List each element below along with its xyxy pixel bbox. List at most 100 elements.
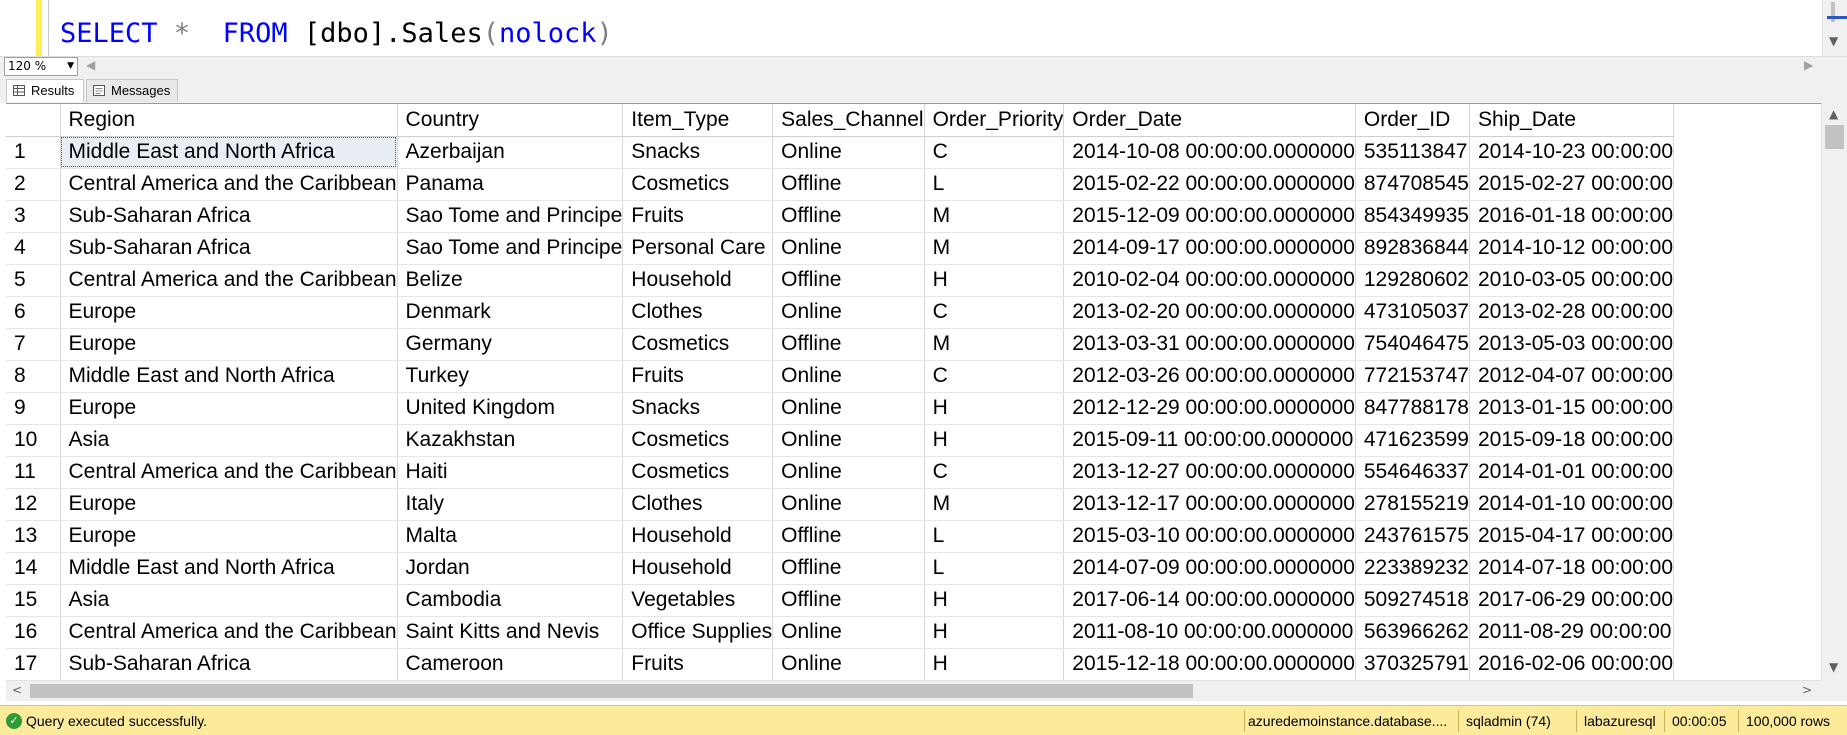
tab-messages[interactable]: Messages xyxy=(86,79,178,102)
row-number[interactable]: 12 xyxy=(6,488,61,521)
table-row[interactable]: 17 Sub-Saharan Africa Cameroon Fruits Online… xyxy=(6,648,1674,680)
row-number[interactable]: 16 xyxy=(6,616,61,649)
table-row[interactable]: 6 Europe Denmark Clothes Online C 2013-02-20 0… xyxy=(6,296,1674,329)
grid-cell[interactable]: Snacks xyxy=(622,392,774,425)
column-header-region[interactable]: Region xyxy=(60,104,398,137)
column-header-order-date[interactable]: Order_Date xyxy=(1063,104,1356,137)
table-row[interactable]: 9 Europe United Kingdom Snacks Online H 2012-1… xyxy=(6,392,1674,425)
grid-cell[interactable]: H xyxy=(924,424,1065,457)
column-header-order-priority[interactable]: Order_Priority xyxy=(924,104,1065,137)
grid-cell[interactable]: Sao Tome and Principe xyxy=(397,200,624,233)
grid-cell[interactable]: Cosmetics xyxy=(622,424,774,457)
grid-cell[interactable]: Saint Kitts and Nevis xyxy=(397,616,624,649)
row-number[interactable]: 4 xyxy=(6,232,61,265)
grid-cell[interactable]: Central America and the Caribbean xyxy=(60,168,398,201)
grid-cell[interactable]: Online xyxy=(772,488,925,521)
grid-cell[interactable]: Fruits xyxy=(622,360,774,393)
grid-cell[interactable]: 2016-02-06 00:00:00 xyxy=(1469,648,1674,680)
grid-cell[interactable]: Sub-Saharan Africa xyxy=(60,232,398,265)
grid-cell[interactable]: 2012-03-26 00:00:00.0000000 xyxy=(1063,360,1356,393)
table-row[interactable]: 5 Central America and the Caribbean Belize… xyxy=(6,264,1674,297)
table-row[interactable]: 13 Europe Malta Household Offline L 2015-03-10… xyxy=(6,520,1674,553)
row-number[interactable]: 2 xyxy=(6,168,61,201)
grid-cell[interactable]: C xyxy=(924,136,1065,169)
grid-cell[interactable]: 2014-10-23 00:00:00 xyxy=(1469,136,1674,169)
scroll-left-icon[interactable]: ◀ xyxy=(86,58,95,72)
table-row[interactable]: 4 Sub-Saharan Africa Sao Tome and Principe… xyxy=(6,232,1674,265)
row-number[interactable]: 14 xyxy=(6,552,61,585)
grid-cell[interactable]: United Kingdom xyxy=(397,392,624,425)
grid-cell[interactable]: Europe xyxy=(60,488,398,521)
grid-cell[interactable]: 772153747 xyxy=(1355,360,1471,393)
grid-cell[interactable]: C xyxy=(924,360,1065,393)
table-row[interactable]: 8 Middle East and North Africa Turkey Fruit… xyxy=(6,360,1674,393)
row-number[interactable]: 10 xyxy=(6,424,61,457)
grid-cell[interactable]: Central America and the Caribbean xyxy=(60,456,398,489)
grid-cell[interactable]: 854349935 xyxy=(1355,200,1471,233)
grid-cell[interactable]: 554646337 xyxy=(1355,456,1471,489)
results-grid[interactable]: Region Country Item_Type Sales_Channel Order… xyxy=(6,103,1847,680)
grid-cell[interactable]: 2013-02-20 00:00:00.0000000 xyxy=(1063,296,1356,329)
grid-cell[interactable]: Vegetables xyxy=(622,584,774,617)
grid-cell[interactable]: 535113847 xyxy=(1355,136,1471,169)
grid-cell[interactable]: 2017-06-14 00:00:00.0000000 xyxy=(1063,584,1356,617)
editor-scroll-thumb[interactable] xyxy=(1831,2,1835,22)
grid-cell[interactable]: Sao Tome and Principe xyxy=(397,232,624,265)
grid-cell[interactable]: Jordan xyxy=(397,552,624,585)
grid-cell[interactable]: 2013-05-03 00:00:00 xyxy=(1469,328,1674,361)
column-header-item-type[interactable]: Item_Type xyxy=(622,104,774,137)
grid-cell[interactable]: Haiti xyxy=(397,456,624,489)
grid-cell[interactable]: Middle East and North Africa xyxy=(60,136,398,169)
grid-cell[interactable]: Asia xyxy=(60,584,398,617)
grid-cell[interactable]: Asia xyxy=(60,424,398,457)
table-row[interactable]: 3 Sub-Saharan Africa Sao Tome and Principe… xyxy=(6,200,1674,233)
query-editor[interactable]: SELECT * FROM [dbo].Sales(nolock) ▼ xyxy=(0,0,1847,56)
column-header-country[interactable]: Country xyxy=(397,104,624,137)
grid-cell[interactable]: 2015-09-18 00:00:00 xyxy=(1469,424,1674,457)
grid-cell[interactable]: 847788178 xyxy=(1355,392,1471,425)
table-row[interactable]: 16 Central America and the Caribbean Saint… xyxy=(6,616,1674,649)
table-row[interactable]: 14 Middle East and North Africa Jordan Hous… xyxy=(6,552,1674,585)
grid-cell[interactable]: 2012-04-07 00:00:00 xyxy=(1469,360,1674,393)
grid-cell[interactable]: Online xyxy=(772,456,925,489)
grid-cell[interactable]: M xyxy=(924,328,1065,361)
row-number[interactable]: 11 xyxy=(6,456,61,489)
grid-cell[interactable]: 754046475 xyxy=(1355,328,1471,361)
grid-cell[interactable]: M xyxy=(924,232,1065,265)
grid-cell[interactable]: 2014-01-10 00:00:00 xyxy=(1469,488,1674,521)
grid-cell[interactable]: 2015-12-18 00:00:00.0000000 xyxy=(1063,648,1356,680)
grid-cell[interactable]: 2010-02-04 00:00:00.0000000 xyxy=(1063,264,1356,297)
grid-cell[interactable]: Germany xyxy=(397,328,624,361)
row-number[interactable]: 7 xyxy=(6,328,61,361)
table-row[interactable]: 2 Central America and the Caribbean Panama… xyxy=(6,168,1674,201)
grid-cell[interactable]: M xyxy=(924,200,1065,233)
grid-cell[interactable]: 2015-12-09 00:00:00.0000000 xyxy=(1063,200,1356,233)
grid-cell[interactable]: Cosmetics xyxy=(622,168,774,201)
grid-horizontal-scroll-thumb[interactable] xyxy=(30,684,1193,698)
grid-cell[interactable]: Offline xyxy=(772,552,925,585)
grid-cell[interactable]: Fruits xyxy=(622,648,774,680)
table-row[interactable]: 15 Asia Cambodia Vegetables Offline H 2017-06-… xyxy=(6,584,1674,617)
zoom-select[interactable]: 120 % ▼ xyxy=(4,57,78,76)
grid-cell[interactable]: Clothes xyxy=(622,296,774,329)
grid-cell[interactable]: 2015-03-10 00:00:00.0000000 xyxy=(1063,520,1356,553)
grid-cell[interactable]: Italy xyxy=(397,488,624,521)
grid-cell[interactable]: 2014-09-17 00:00:00.0000000 xyxy=(1063,232,1356,265)
grid-cell[interactable]: Offline xyxy=(772,168,925,201)
grid-cell[interactable]: 2014-10-12 00:00:00 xyxy=(1469,232,1674,265)
grid-cell[interactable]: Sub-Saharan Africa xyxy=(60,200,398,233)
row-number[interactable]: 9 xyxy=(6,392,61,425)
grid-cell[interactable]: L xyxy=(924,552,1065,585)
grid-cell[interactable]: Household xyxy=(622,520,774,553)
grid-cell[interactable]: Clothes xyxy=(622,488,774,521)
scroll-down-icon[interactable]: ▼ xyxy=(1829,660,1838,674)
grid-cell[interactable]: 2013-01-15 00:00:00 xyxy=(1469,392,1674,425)
grid-cell[interactable]: 2014-07-09 00:00:00.0000000 xyxy=(1063,552,1356,585)
grid-cell[interactable]: 2015-04-17 00:00:00 xyxy=(1469,520,1674,553)
grid-cell[interactable]: 2013-02-28 00:00:00 xyxy=(1469,296,1674,329)
grid-cell[interactable]: 471623599 xyxy=(1355,424,1471,457)
grid-cell[interactable]: Offline xyxy=(772,520,925,553)
row-number[interactable]: 5 xyxy=(6,264,61,297)
chevron-down-icon[interactable]: ▼ xyxy=(67,58,74,75)
grid-cell[interactable]: Online xyxy=(772,232,925,265)
